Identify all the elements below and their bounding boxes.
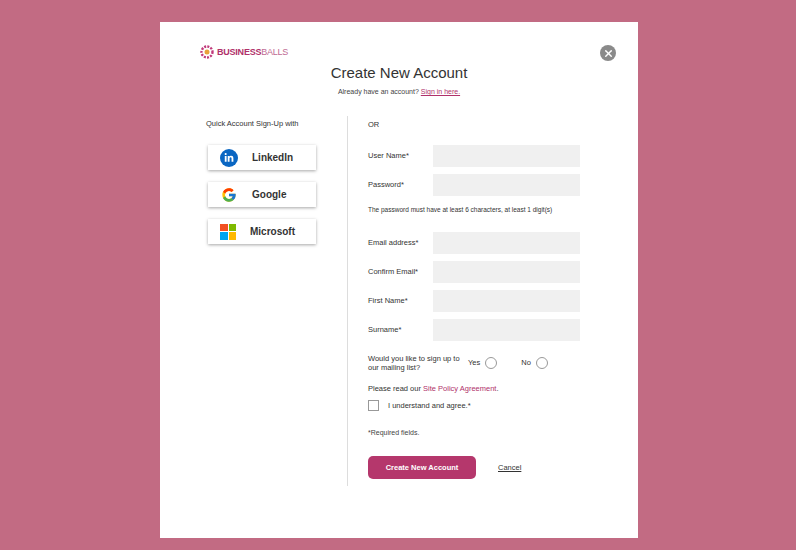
form-column: OR User Name* Password* The password must h… xyxy=(347,116,580,486)
field-label: First Name* xyxy=(368,295,433,306)
linkedin-icon xyxy=(220,149,238,167)
form-row: User Name* xyxy=(368,145,580,167)
text-field[interactable] xyxy=(433,261,580,283)
agree-checkbox[interactable] xyxy=(368,400,379,411)
radio-button[interactable] xyxy=(485,357,497,369)
form-row: First Name* xyxy=(368,290,580,312)
text-field[interactable] xyxy=(433,232,580,254)
mailing-row: Would you like to sign up to our mailing… xyxy=(368,354,580,372)
radio-button[interactable] xyxy=(536,357,548,369)
signup-dialog: BUSINESSBALLS Create New Account Already h… xyxy=(160,22,638,538)
microsoft-icon xyxy=(220,224,236,240)
social-column: Quick Account Sign-Up with LinkedIn Google… xyxy=(206,116,347,486)
agree-row[interactable]: I understand and agree.* xyxy=(368,400,580,411)
text-field[interactable] xyxy=(433,290,580,312)
policy-link[interactable]: Site Policy Agreement xyxy=(423,384,496,393)
mailing-option[interactable]: No xyxy=(521,357,548,369)
social-button[interactable]: LinkedIn xyxy=(208,145,316,170)
create-account-button[interactable]: Create New Account xyxy=(368,456,476,479)
signin-link[interactable]: Sign in here. xyxy=(421,88,460,95)
page: BUSINESSBALLS Create New Account Already h… xyxy=(0,0,796,550)
text-field[interactable] xyxy=(433,145,580,167)
field-label: Surname* xyxy=(368,324,433,335)
cancel-link[interactable]: Cancel xyxy=(498,462,521,473)
signin-prompt: Already have an account? Sign in here. xyxy=(160,87,638,97)
required-note: *Required fields. xyxy=(368,428,580,438)
dialog-title: Create New Account xyxy=(160,63,638,83)
form-row: Email address* xyxy=(368,232,580,254)
field-label: Confirm Email* xyxy=(368,266,433,277)
field-label: Email address* xyxy=(368,237,433,248)
form-row: Confirm Email* xyxy=(368,261,580,283)
text-field[interactable] xyxy=(433,174,580,196)
form-row: Password* xyxy=(368,174,580,196)
mailing-question: Would you like to sign up to our mailing… xyxy=(368,354,468,372)
social-button[interactable]: Google xyxy=(208,182,316,207)
logo: BUSINESSBALLS xyxy=(160,22,638,59)
logo-bold: BUSINESS xyxy=(217,47,261,57)
mailing-option[interactable]: Yes xyxy=(468,357,497,369)
or-separator: OR xyxy=(368,120,580,130)
field-label: User Name* xyxy=(368,150,433,161)
logo-light: BALLS xyxy=(261,47,288,57)
form-row: Surname* xyxy=(368,319,580,341)
social-heading: Quick Account Sign-Up with xyxy=(206,119,347,129)
dialog-body: Quick Account Sign-Up with LinkedIn Google… xyxy=(160,116,638,486)
field-label: Password* xyxy=(368,179,433,190)
policy-text: Please read our Site Policy Agreement. xyxy=(368,384,580,394)
close-icon xyxy=(603,48,614,59)
logo-icon xyxy=(200,45,214,59)
close-button[interactable] xyxy=(600,45,616,61)
google-icon xyxy=(220,186,238,204)
social-button[interactable]: Microsoft xyxy=(208,219,316,244)
text-field[interactable] xyxy=(433,319,580,341)
password-hint: The password must have at least 6 charac… xyxy=(368,205,580,214)
